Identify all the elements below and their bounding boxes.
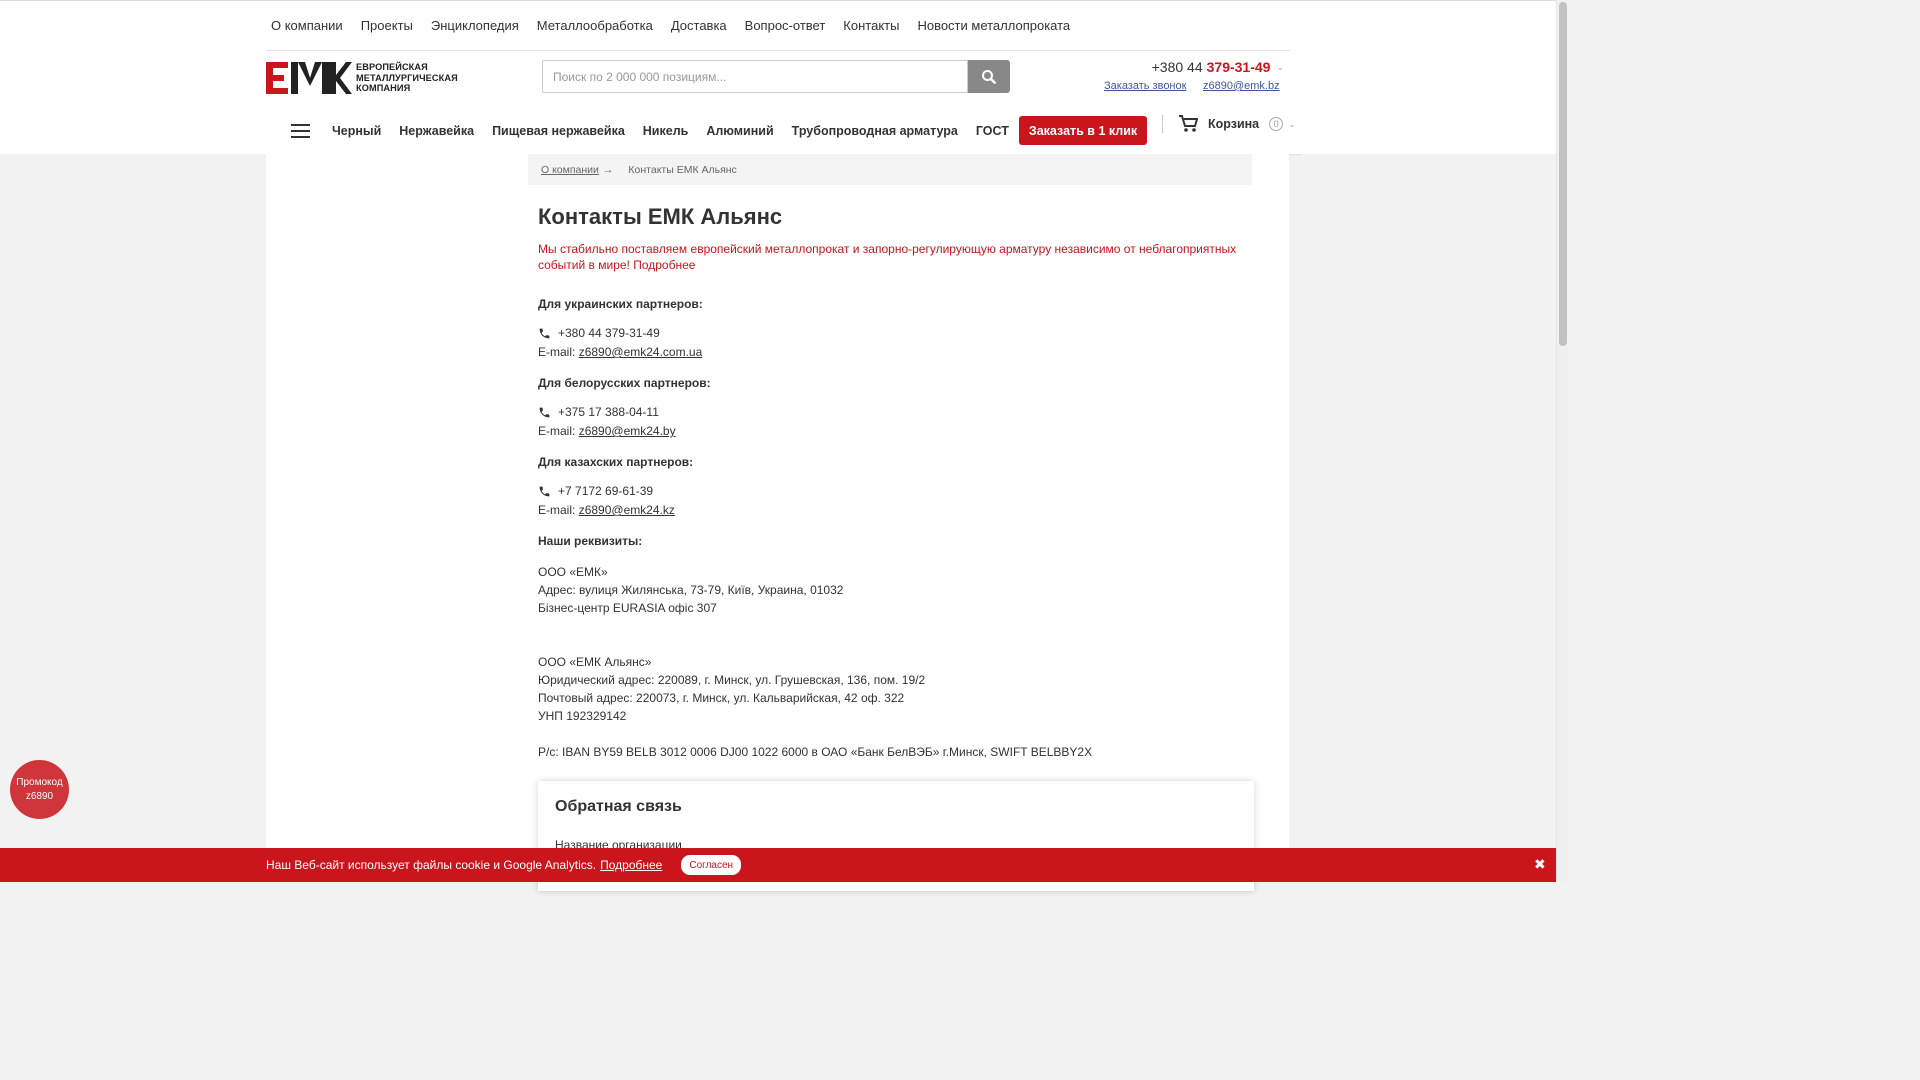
category-food-stainless[interactable]: Пищевая нержавейка [492,124,625,138]
cookie-text: Наш Веб-сайт использует файлы cookie и G… [266,858,597,872]
requisites-postal-address: Почтовый адрес: 220073, г. Минск, ул. Ка… [538,691,905,705]
search-icon [982,69,997,84]
by-phone-number: +375 17 388-04-11 [558,405,659,419]
kz-phone-number: +7 7172 69-61-39 [558,484,654,498]
ua-phone-number: +380 44 379-31-49 [558,326,660,340]
scrollbar-thumb[interactable] [1559,2,1567,346]
header-phone[interactable]: +380 44 379-31-49 ⌄ [1152,59,1284,75]
breadcrumb-about-link[interactable]: О компании [541,164,599,176]
logo-line-3: КОМПАНИЯ [356,83,411,94]
kz-email-link[interactable]: z6890@emk24.kz [579,503,675,517]
cart-count-badge: 0 [1269,117,1284,131]
feedback-title: Обратная связь [555,798,682,815]
email-label: E-mail: [538,424,576,438]
phone-icon [539,486,550,496]
chevron-down-icon: ⌄ [1288,118,1296,129]
topnav-encyclopedia[interactable]: Энциклопедия [431,18,519,33]
requisites-emk-address: Адрес: вулиця Жилянська, 73-79, Київ, Ук… [538,583,844,597]
category-black[interactable]: Черный [332,124,381,138]
header-email-link[interactable]: z6890@emk.bz [1203,80,1280,92]
search-input[interactable] [542,60,968,93]
promo-label: Промокод [16,776,63,788]
category-gost[interactable]: ГОСТ [976,124,1009,138]
company-logo[interactable]: ЕВРОПЕЙСКАЯ МЕТАЛЛУРГИЧЕСКАЯ КОМПАНИЯ [266,61,466,95]
logo-line-1: ЕВРОПЕЙСКАЯ [356,62,428,73]
requisites-heading: Наши реквизиты: [538,534,643,548]
phone-prefix: +380 44 [1151,59,1203,75]
email-label: E-mail: [538,503,576,517]
cookie-agree-button[interactable]: Согласен [681,855,742,875]
category-stainless[interactable]: Нержавейка [399,124,474,138]
cookie-banner: Наш Веб-сайт использует файлы cookie и G… [0,848,1556,882]
search-button[interactable] [968,60,1010,93]
phone-icon [539,328,550,338]
requisites-emk-office: Бізнес-центр EURASIA офіс 307 [538,601,717,615]
search-bar [542,60,1010,93]
callback-link[interactable]: Заказать звонок [1104,80,1186,92]
page-title: Контакты ЕМК Альянс [538,204,783,229]
topnav-contacts[interactable]: Контакты [843,18,899,33]
close-icon[interactable]: ✖ [1534,856,1546,873]
top-navigation: О компании Проекты Энциклопедия Металлоо… [266,1,1290,51]
requisites-legal-address: Юридический адрес: 220089, г. Минск, ул.… [538,673,926,687]
phone-icon [539,407,550,417]
logo-text: ЕВРОПЕЙСКАЯ МЕТАЛЛУРГИЧЕСКАЯ КОМПАНИЯ [356,62,458,94]
topnav-faq[interactable]: Вопрос-ответ [745,18,826,33]
promo-code: z6890 [25,790,54,802]
email-label: E-mail: [538,345,576,359]
requisites-unp: УНП 192329142 [538,709,627,723]
ua-email-row: E-mail: z6890@emk24.com.ua [538,345,702,359]
breadcrumb-arrow: → [602,163,614,176]
kz-phone[interactable]: +7 7172 69-61-39 [538,484,653,498]
cart-button[interactable]: Корзина 0 ⌄ [1178,115,1296,133]
page-content: О компании → Контакты ЕМК Альянс Контакт… [266,154,1289,891]
by-email-link[interactable]: z6890@emk24.by [579,424,676,438]
breadcrumb: О компании → Контакты ЕМК Альянс [528,154,1252,185]
kz-partners-heading: Для казахских партнеров: [538,455,694,469]
page-scrollbar[interactable] [1556,0,1568,882]
by-phone[interactable]: +375 17 388-04-11 [538,405,659,419]
ua-phone[interactable]: +380 44 379-31-49 [538,326,660,340]
one-click-order-button[interactable]: Заказать в 1 клик [1018,116,1148,145]
requisites-bank-account: Р/с: IBAN BY59 BELB 3012 0006 DJ00 1022 … [538,745,1093,759]
cookie-more-link[interactable]: Подробнее [600,858,662,872]
requisites-emk-name: ООО «ЕМК» [538,565,608,579]
topnav-metalworking[interactable]: Металлообработка [537,18,653,33]
ua-email-link[interactable]: z6890@emk24.com.ua [579,345,703,359]
site-header: О компании Проекты Энциклопедия Металлоо… [0,0,1556,155]
logo-line-2: МЕТАЛЛУРГИЧЕСКАЯ [356,72,458,83]
supply-notice[interactable]: Мы стабильно поставляем европейский мета… [538,241,1254,273]
topnav-delivery[interactable]: Доставка [671,18,727,33]
cart-label: Корзина [1208,117,1260,131]
chevron-down-icon: ⌄ [1276,61,1284,72]
category-aluminum[interactable]: Алюминий [706,124,773,138]
by-email-row: E-mail: z6890@emk24.by [538,424,676,438]
cart-icon [1179,115,1198,132]
divider [1162,115,1163,133]
category-pipeline-fittings[interactable]: Трубопроводная арматура [792,124,958,138]
topnav-projects[interactable]: Проекты [361,18,413,33]
promo-code-badge[interactable]: Промокод z6890 [10,760,69,819]
breadcrumb-current: Контакты ЕМК Альянс [628,163,737,176]
kz-email-row: E-mail: z6890@emk24.kz [538,503,675,517]
logo-mark [266,62,352,94]
requisites-alliance-name: ООО «ЕМК Альянс» [538,655,652,669]
category-nickel[interactable]: Никель [643,124,689,138]
by-partners-heading: Для белорусских партнеров: [538,376,711,390]
menu-icon[interactable] [282,116,318,146]
topnav-about[interactable]: О компании [271,18,343,33]
ua-partners-heading: Для украинских партнеров: [538,297,703,311]
category-navigation: Черный Нержавейка Пищевая нержавейка Ник… [278,107,1302,155]
topnav-news[interactable]: Новости металлопроката [917,18,1070,33]
phone-number: 379-31-49 [1206,59,1271,75]
